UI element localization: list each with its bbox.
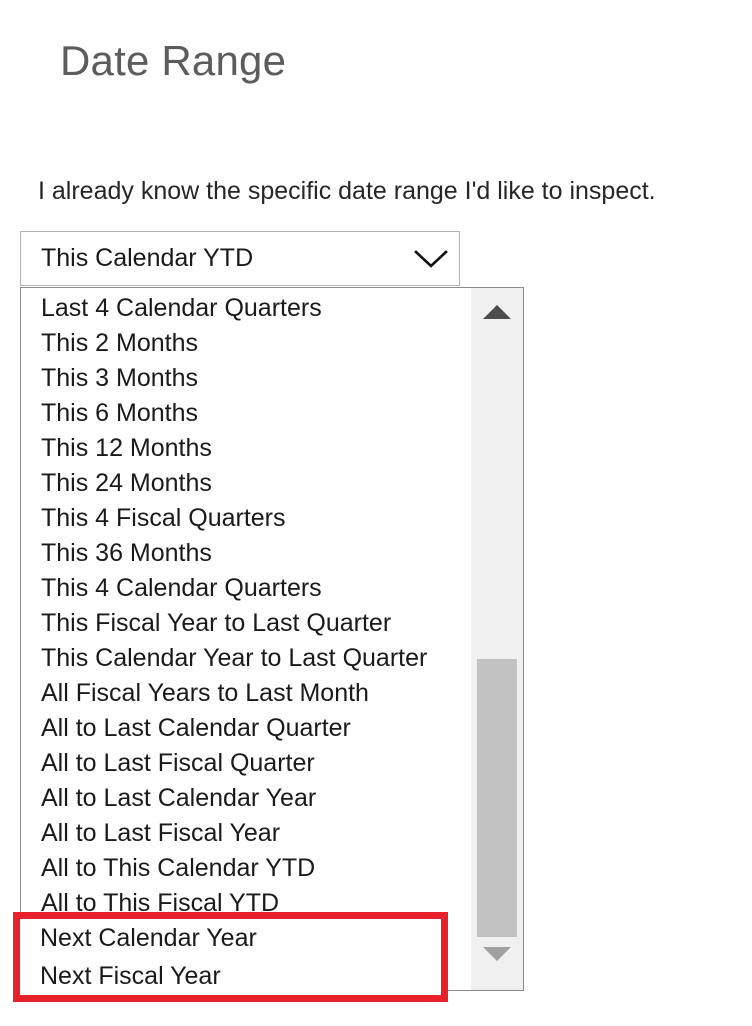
dropdown-option[interactable]: All to This Fiscal YTD <box>21 886 470 921</box>
chevron-down-icon[interactable] <box>403 231 459 286</box>
dropdown-option[interactable]: All to Last Fiscal Quarter <box>21 746 470 781</box>
combobox-selected-value: This Calendar YTD <box>41 244 254 272</box>
scrollbar-thumb[interactable] <box>477 659 517 937</box>
dropdown-option[interactable]: All to Last Calendar Year <box>21 781 470 816</box>
scroll-down-arrow-icon[interactable] <box>471 936 523 972</box>
highlighted-option-list[interactable]: Next Calendar Year Next Fiscal Year <box>20 919 441 995</box>
dropdown-option[interactable]: All to Last Fiscal Year <box>21 816 470 851</box>
page-title: Date Range <box>60 37 287 84</box>
dropdown-option[interactable]: This 6 Months <box>21 396 470 431</box>
dropdown-option[interactable]: All to Last Calendar Quarter <box>21 711 470 746</box>
dropdown-option[interactable]: This Fiscal Year to Last Quarter <box>21 606 470 641</box>
dropdown-option[interactable]: This 2 Months <box>21 326 470 361</box>
dropdown-option[interactable]: All to This Calendar YTD <box>21 851 470 886</box>
scroll-up-arrow-icon[interactable] <box>471 294 523 330</box>
dropdown-option[interactable]: All Fiscal Years to Last Month <box>21 676 470 711</box>
date-range-dropdown-panel[interactable]: Last 4 Calendar Quarters This 2 Months Thi… <box>20 287 524 991</box>
dropdown-option-highlighted[interactable]: Next Calendar Year <box>20 919 441 957</box>
dropdown-option-list[interactable]: Last 4 Calendar Quarters This 2 Months Thi… <box>21 288 470 990</box>
dropdown-option-highlighted[interactable]: Next Fiscal Year <box>20 957 441 995</box>
dropdown-option[interactable]: This 36 Months <box>21 536 470 571</box>
dropdown-option[interactable]: Last 4 Calendar Quarters <box>21 291 470 326</box>
dropdown-option[interactable]: This 4 Fiscal Quarters <box>21 501 470 536</box>
dropdown-scrollbar[interactable] <box>470 288 523 990</box>
date-range-combobox[interactable]: This Calendar YTD <box>20 231 460 286</box>
dropdown-option[interactable]: This 3 Months <box>21 361 470 396</box>
intro-description: I already know the specific date range I… <box>38 177 656 205</box>
dropdown-option[interactable]: This 12 Months <box>21 431 470 466</box>
dropdown-option[interactable]: This Calendar Year to Last Quarter <box>21 641 470 676</box>
dropdown-option[interactable]: This 24 Months <box>21 466 470 501</box>
dropdown-option[interactable]: This 4 Calendar Quarters <box>21 571 470 606</box>
